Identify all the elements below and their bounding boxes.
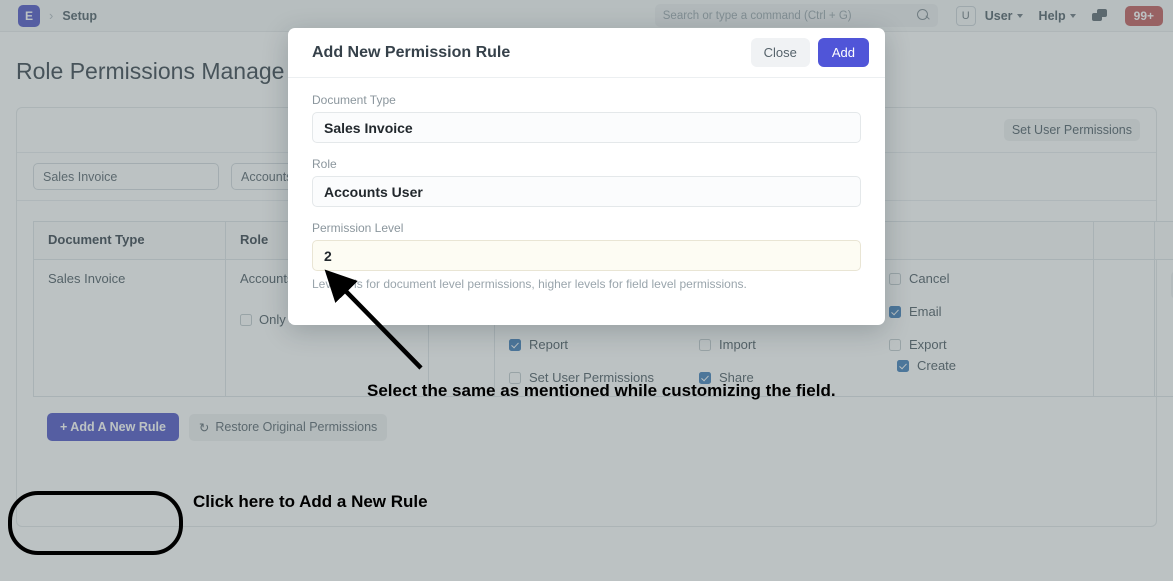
avatar[interactable]: U [956, 6, 976, 26]
permission-checkbox-export[interactable]: Export [889, 337, 1079, 352]
checkbox-box-icon [889, 306, 901, 318]
restore-original-permissions-button[interactable]: ↻ Restore Original Permissions [189, 414, 387, 441]
field-input-document-type[interactable]: Sales Invoice [312, 112, 861, 143]
permission-label: Import [719, 337, 756, 352]
help-menu-label: Help [1039, 9, 1066, 23]
footer-actions: + Add A New Rule ↻ Restore Original Perm… [17, 397, 1156, 441]
search-icon [917, 9, 930, 22]
chat-icon[interactable] [1092, 9, 1109, 23]
chevron-down-icon [1070, 14, 1076, 18]
cell-level [1094, 260, 1155, 397]
permission-checkbox-report[interactable]: Report [509, 337, 699, 352]
field-input-role[interactable]: Accounts User [312, 176, 861, 207]
field-label: Permission Level [312, 221, 861, 235]
col-header-actions [1155, 222, 1173, 260]
permission-checkbox-share[interactable]: Share [699, 370, 889, 385]
col-header-level [1094, 222, 1155, 260]
user-menu[interactable]: User [985, 9, 1023, 23]
chevron-down-icon [1017, 14, 1023, 18]
breadcrumb-separator-icon: › [49, 8, 53, 23]
permission-checkbox-cancel[interactable]: Cancel [889, 271, 1079, 286]
modal-body: Document Type Sales Invoice Role Accounts U… [288, 78, 885, 325]
col-header-document-type[interactable]: Document Type [34, 222, 226, 260]
field-group-document-type: Document Type Sales Invoice [312, 93, 861, 143]
add-a-new-rule-button[interactable]: + Add A New Rule [47, 413, 179, 441]
restore-label: Restore Original Permissions [215, 420, 377, 434]
permission-checkbox-email[interactable]: Email [889, 304, 1079, 319]
checkbox-box-icon [889, 339, 901, 351]
permission-label: Set User Permissions [529, 370, 654, 385]
field-group-permission-level: Permission Level 2 Level 0 is for document… [312, 221, 861, 291]
checkbox-box-icon [699, 372, 711, 384]
help-menu[interactable]: Help [1039, 9, 1076, 23]
add-button[interactable]: Add [818, 38, 869, 67]
set-user-permissions-link[interactable]: Set User Permissions [1004, 119, 1140, 141]
checkbox-box-icon [509, 372, 521, 384]
permission-label: Share [719, 370, 754, 385]
create-permission-checkbox[interactable]: Create [897, 358, 956, 373]
checkbox-box-icon [889, 273, 901, 285]
create-permission-label: Create [917, 358, 956, 373]
permission-checkbox-import[interactable]: Import [699, 337, 889, 352]
permission-label: Email [909, 304, 942, 319]
field-label: Document Type [312, 93, 861, 107]
app-root: E › Setup Search or type a command (Ctrl… [0, 0, 1173, 581]
permission-label: Report [529, 337, 568, 352]
permission-label: Export [909, 337, 947, 352]
breadcrumb-setup[interactable]: Setup [62, 9, 97, 23]
cell-actions: ✖ [1155, 260, 1173, 397]
field-label: Role [312, 157, 861, 171]
close-button[interactable]: Close [751, 38, 810, 67]
modal-header: Add New Permission Rule Close Add [288, 28, 885, 78]
checkbox-box-icon [240, 314, 252, 326]
filter-doctype-input[interactable]: Sales Invoice [33, 163, 219, 190]
field-input-permission-level[interactable]: 2 [312, 240, 861, 271]
add-permission-rule-modal: Add New Permission Rule Close Add Docume… [288, 28, 885, 325]
search-input[interactable]: Search or type a command (Ctrl + G) [655, 4, 938, 27]
app-logo[interactable]: E [18, 5, 40, 27]
refresh-icon: ↻ [199, 420, 209, 435]
document-type-value: Sales Invoice [48, 271, 211, 286]
checkbox-box-icon [699, 339, 711, 351]
cell-document-type: Sales Invoice [34, 260, 226, 397]
field-group-role: Role Accounts User [312, 157, 861, 207]
notification-badge[interactable]: 99+ [1125, 6, 1163, 26]
field-help-text: Level 0 is for document level permission… [312, 277, 861, 291]
search-placeholder: Search or type a command (Ctrl + G) [663, 10, 917, 22]
checkbox-box-icon [897, 360, 909, 372]
modal-title: Add New Permission Rule [312, 44, 751, 62]
checkbox-box-icon [509, 339, 521, 351]
permission-checkbox-set-user-permissions[interactable]: Set User Permissions [509, 370, 699, 385]
user-menu-label: User [985, 9, 1013, 23]
permission-label: Cancel [909, 271, 949, 286]
